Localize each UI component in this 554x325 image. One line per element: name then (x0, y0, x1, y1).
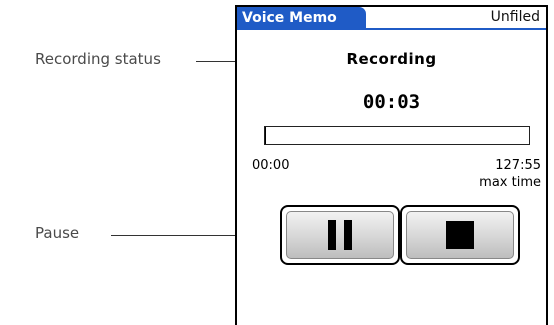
title-bar: Voice Memo Unfiled (237, 7, 546, 33)
callout-recording-status: Recording status (35, 50, 161, 68)
start-time: 00:00 (252, 158, 289, 173)
callout-pause: Pause (35, 224, 79, 242)
app-title[interactable]: Voice Memo (237, 7, 366, 30)
stop-button[interactable] (400, 205, 520, 265)
recording-progress-bar (264, 126, 530, 145)
recording-status: Recording (237, 50, 546, 68)
max-time-label: max time (479, 175, 541, 190)
stop-icon (446, 221, 474, 249)
stop-button-face (406, 211, 514, 259)
pause-icon (328, 220, 352, 250)
elapsed-time: 00:03 (237, 91, 546, 113)
voice-memo-screen: Voice Memo Unfiled Recording 00:03 00:00… (235, 5, 548, 325)
category-selector[interactable]: Unfiled (491, 7, 540, 28)
pause-button[interactable] (280, 205, 400, 265)
max-time-value: 127:55 (495, 158, 541, 173)
pause-button-face (286, 211, 394, 259)
